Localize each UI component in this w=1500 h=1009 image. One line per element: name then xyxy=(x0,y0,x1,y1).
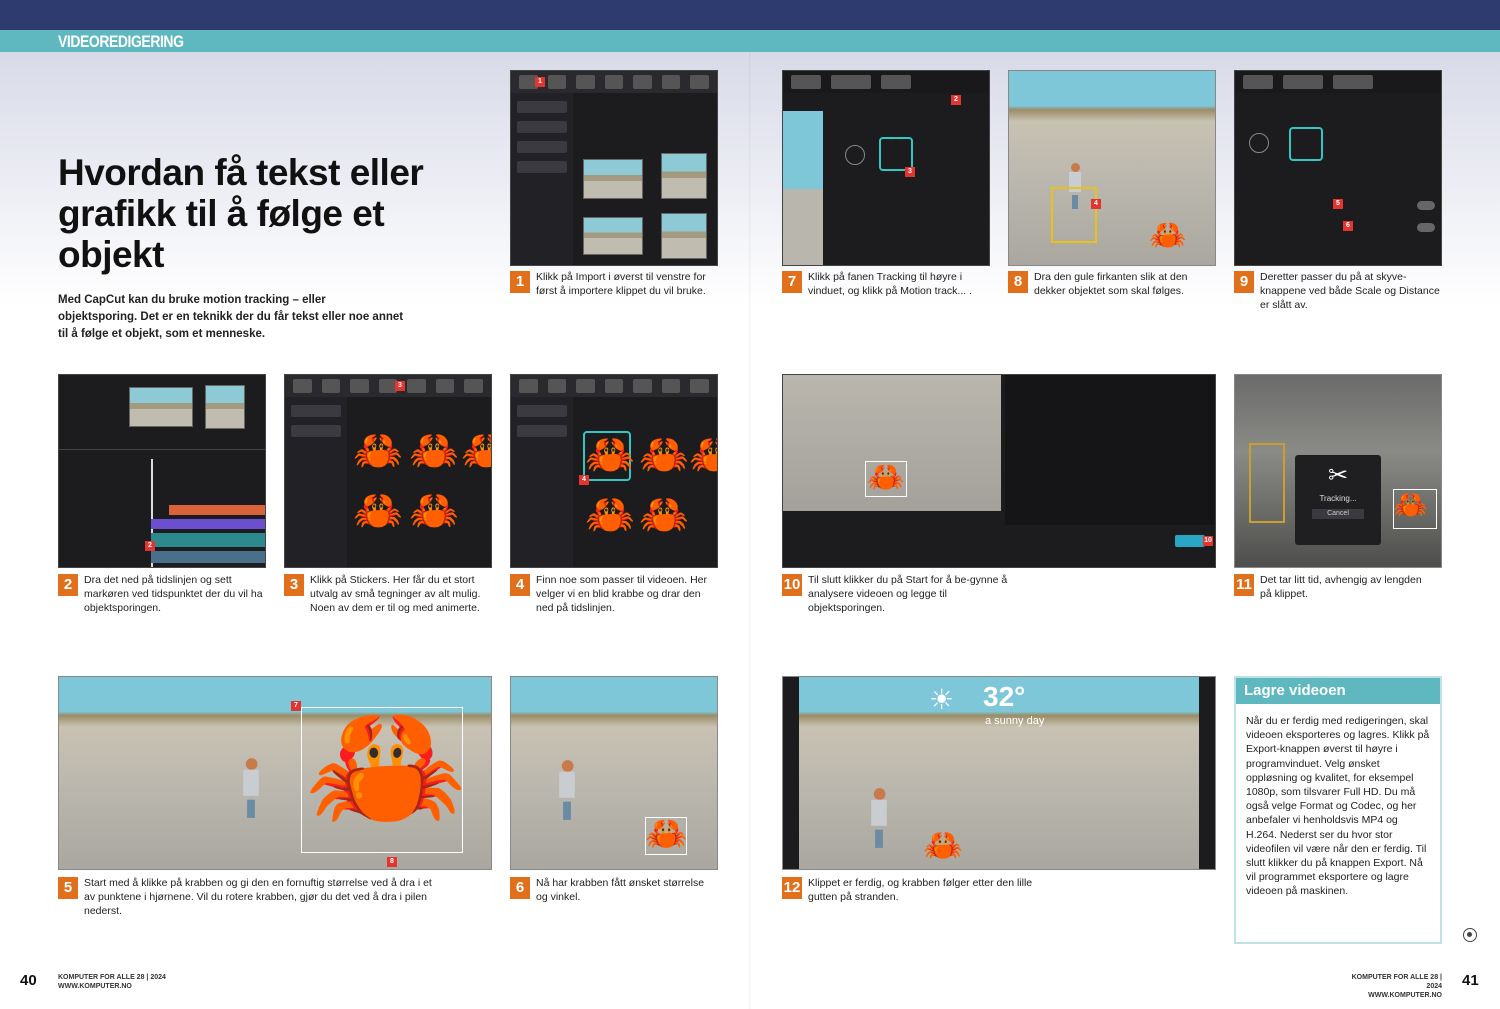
step-caption-12: 12 Klippet er ferdig, og krabben følger e… xyxy=(782,877,1033,903)
sidebox-body: Når du er ferdig med redigeringen, skal … xyxy=(1246,715,1430,898)
sidebox-title: Lagre videoen xyxy=(1236,678,1440,704)
top-band xyxy=(0,0,1500,32)
folio-meta-right: KOMPUTER FOR ALLE 28 | 2024 WWW.KOMPUTER.… xyxy=(1351,974,1442,999)
weather-caption: a sunny day xyxy=(985,715,1045,727)
screenshot-1-import: 1 xyxy=(510,70,718,266)
step-caption-6: 6 Nå har krabben fått ønsket størrelse og… xyxy=(510,876,710,904)
step-caption-2: 2 Dra det ned på tidslinjen og sett markø… xyxy=(58,573,266,615)
step-caption-4: 4 Finn noe som passer til videoen. Her ve… xyxy=(510,573,718,615)
step-caption-10: 10 Til slutt klikker du på Start for å be… xyxy=(782,574,1008,614)
tracking-status: Tracking... xyxy=(1319,494,1357,503)
screenshot-5-resize-crab: 🦀 7 8 xyxy=(58,676,492,870)
sidebox-save-video: Lagre videoen Når du er ferdig med redig… xyxy=(1234,676,1442,944)
screenshot-2-timeline: 2 xyxy=(58,374,266,568)
page-spine xyxy=(749,52,751,1009)
weather-temperature: 32° xyxy=(983,681,1026,712)
screenshot-6-sized-crab: 🦀 xyxy=(510,676,718,870)
section-bar: VIDEOREDIGERING xyxy=(0,30,1500,52)
screenshot-12-final-video: ☀ 32° a sunny day 🦀 xyxy=(782,676,1216,870)
step-caption-3: 3 Klikk på Stickers. Her får du et stort … xyxy=(284,573,484,615)
screenshot-8-yellow-box: 🦀 4 xyxy=(1008,70,1216,266)
screenshot-4-pick-crab: 🦀 🦀 🦀 🦀 🦀 4 xyxy=(510,374,718,568)
step-caption-5: 5 Start med å klikke på krabben og gi den… xyxy=(58,876,438,918)
editor-sidebar xyxy=(511,93,573,265)
page-number-left: 40 xyxy=(20,972,37,989)
step-caption-9: 9 Deretter passer du på at skyve-knappene… xyxy=(1234,270,1440,312)
step-caption-7: 7 Klikk på fanen Tracking til høyre i vin… xyxy=(782,270,982,298)
screenshot-9-scale-distance: 5 6 xyxy=(1234,70,1442,266)
weather-thermometer-icon: ☀ xyxy=(929,684,955,715)
screenshot-10-start: 🦀 10 xyxy=(782,374,1216,568)
section-label: VIDEOREDIGERING xyxy=(58,32,184,51)
screenshot-3-stickers: 🦀 🦀 🦀 🦀 🦀 3 xyxy=(284,374,492,568)
folio-meta-left: KOMPUTER FOR ALLE 28 | 2024 WWW.KOMPUTER.… xyxy=(58,974,166,990)
capcut-logo-icon: ✂ xyxy=(1327,462,1349,489)
screenshot-7-tracking-tab: 2 3 xyxy=(782,70,990,266)
step-caption-11: 11 Det tar litt tid, avhengig av lengden … xyxy=(1234,573,1434,601)
screenshot-11-tracking-progress: ✂ Tracking... Cancel 🦀 xyxy=(1234,374,1442,568)
article-title: Hvordan få tekst eller grafikk til å føl… xyxy=(58,152,424,275)
article-lead: Med CapCut kan du bruke motion tracking … xyxy=(58,294,404,340)
end-mark-icon xyxy=(1463,928,1477,942)
cancel-button[interactable]: Cancel xyxy=(1312,509,1364,519)
page-number-right: 41 xyxy=(1462,972,1479,989)
step-caption-8: 8 Dra den gule firkanten slik at den dekk… xyxy=(1008,270,1208,298)
step-caption-1: 1 Klikk på Import i øverst til venstre fo… xyxy=(510,270,710,298)
